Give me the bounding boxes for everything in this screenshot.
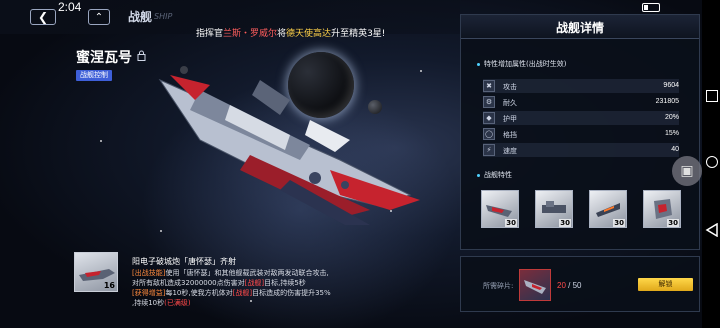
fragment-icon[interactable]: [519, 269, 551, 301]
skill-icon[interactable]: 16: [74, 252, 118, 292]
attr-value: 231805: [655, 98, 679, 105]
trait-level: 30: [667, 219, 679, 227]
fragment-ship-icon: [524, 280, 546, 294]
attr-label: 耐久: [503, 99, 517, 107]
page-title: 战舰: [128, 10, 153, 24]
trait-section-title: 战舰特性: [477, 170, 512, 180]
block-icon: ◯: [483, 128, 495, 140]
unlock-button[interactable]: 解锁: [638, 278, 693, 291]
page-title-watermark: SHIP: [154, 12, 173, 21]
attr-value: 9604: [663, 82, 679, 89]
skill-buff-label: [获得增益]: [132, 289, 166, 297]
ship-details-panel: 战舰详情 特性增加属性(出战时生效) ✖ 攻击 9604 ⚙ 耐久 231805…: [460, 14, 700, 250]
speed-icon: ⚡: [483, 144, 495, 156]
attack-icon: ✖: [483, 80, 495, 92]
ticker-middle: 将: [277, 29, 287, 39]
attr-row-armor: ◆ 护甲 20%: [483, 111, 679, 125]
trait-slot[interactable]: 30: [481, 190, 519, 228]
skill-line4-text: ,持续10秒: [132, 299, 165, 307]
fragment-count: 20 / 50: [557, 281, 581, 290]
attr-value: 20%: [664, 114, 679, 121]
attr-row-attack: ✖ 攻击 9604: [483, 79, 679, 93]
home-circle-icon[interactable]: [706, 156, 718, 168]
fragment-label: 所需碎片:: [483, 282, 514, 290]
skill-level: 16: [103, 281, 115, 290]
attr-row-block: ◯ 格挡 15%: [483, 127, 679, 141]
star: [160, 230, 162, 232]
fragment-current: 20: [557, 281, 566, 290]
panel-title: 战舰详情: [555, 21, 604, 35]
fragment-total: / 50: [568, 281, 582, 290]
ship-name: 蜜涅瓦号: [76, 50, 132, 66]
trait-level: 30: [559, 219, 571, 227]
armor-icon: ◆: [483, 112, 495, 124]
skill-description: [出战技能]使用「唐怀瑟」和其他舰载武装对敌两发动联合攻击, 对所有敌机造成32…: [132, 268, 372, 308]
status-time: 2:04: [58, 0, 82, 14]
skill-line2-end: 目标,持续5秒: [264, 279, 306, 287]
ship-illustration: [158, 75, 420, 225]
skill-line3-tag: [战舰]: [232, 289, 253, 297]
back-chevron-icon: ❮: [37, 10, 49, 24]
skill-line3-text: 每10秒,使我方机体对: [165, 289, 233, 297]
durability-icon: ⚙: [483, 96, 495, 108]
attr-label: 护甲: [503, 115, 517, 123]
home-chevron-icon: ⌃: [94, 11, 104, 23]
skill-line1-text: 使用「唐怀瑟」和其他舰载武装对敌两发动联合攻击,: [165, 269, 329, 277]
skill-active-label: [出战技能]: [132, 269, 166, 277]
cube-float-icon[interactable]: ▣: [672, 156, 702, 186]
battery-icon: [642, 3, 660, 12]
trait-slot[interactable]: 30: [535, 190, 573, 228]
back-button[interactable]: ❮: [30, 9, 56, 25]
trait-level: 30: [613, 219, 625, 227]
skill-line2-text: 对所有敌机造成32000000点伤害对: [132, 279, 245, 287]
trait-slot[interactable]: 30: [643, 190, 681, 228]
skill-line2-tag: [战舰]: [244, 279, 265, 287]
star: [100, 140, 102, 142]
skill-line3-end: 目标造成的伤害提升35%: [252, 289, 331, 297]
attr-value: 15%: [664, 130, 679, 137]
skill-title: 阳电子破城炮「唐怀瑟」齐射: [132, 257, 236, 266]
attr-label: 攻击: [503, 83, 517, 91]
attr-row-durability: ⚙ 耐久 231805: [483, 95, 679, 109]
attr-label: 格挡: [503, 131, 517, 139]
ticker-unit-name: 德天使高达: [286, 29, 332, 39]
back-triangle-icon[interactable]: [705, 223, 719, 237]
attr-value: 40: [671, 146, 679, 153]
attr-section-title: 特性增加属性(出战时生效): [477, 59, 566, 69]
ticker-commander-name: 兰斯・罗威尔: [223, 29, 278, 39]
panel-header: 战舰详情: [461, 15, 699, 39]
trait-slot[interactable]: 30: [589, 190, 627, 228]
trait-level: 30: [505, 219, 517, 227]
ticker-suffix: 升至精英3星!: [331, 29, 386, 39]
ship-class-tag: 战舰控制: [76, 70, 112, 81]
home-button[interactable]: ⌃: [88, 9, 110, 25]
ticker-prefix: 指挥官: [196, 29, 224, 39]
announcement-ticker: 指挥官兰斯・罗威尔将德天使高达升至精英3星!: [196, 26, 385, 39]
recent-apps-icon[interactable]: [706, 90, 718, 102]
attr-label: 速度: [503, 147, 517, 155]
fragment-panel: 所需碎片: 20 / 50 解锁: [460, 256, 700, 312]
skill-max-level-tag: (已满级): [164, 299, 191, 307]
attr-row-speed: ⚡ 速度 40: [483, 143, 679, 157]
